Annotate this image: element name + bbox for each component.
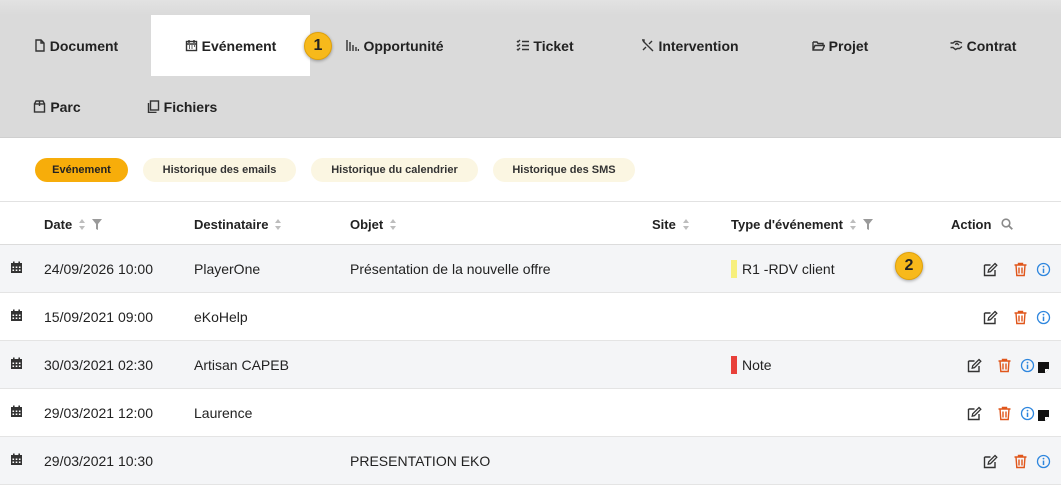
sort-icon[interactable] <box>682 218 690 230</box>
cell-date: 29/03/2021 12:00 <box>44 404 153 421</box>
table-row[interactable]: 29/03/2021 12:00 Laurence <box>0 389 1061 437</box>
handshake-icon <box>950 40 963 51</box>
calendar-icon <box>185 40 197 52</box>
cell-recipient: eKoHelp <box>194 308 248 325</box>
column-site[interactable]: Site <box>652 203 690 245</box>
tab-label: Document <box>49 37 119 54</box>
info-icon[interactable] <box>1036 262 1051 277</box>
info-icon[interactable] <box>1020 358 1035 373</box>
subtab-sms-history[interactable]: Historique des SMS <box>493 158 635 182</box>
tab-intervention[interactable]: Intervention <box>625 15 755 76</box>
column-recipient[interactable]: Destinataire <box>194 203 282 245</box>
event-type-color-bar <box>731 259 737 278</box>
event-type-label: Note <box>742 356 772 373</box>
search-icon[interactable] <box>1001 218 1014 230</box>
table-row[interactable]: 15/09/2021 09:00 eKoHelp <box>0 293 1061 341</box>
cell-date: 24/09/2026 10:00 <box>44 260 153 277</box>
tab-ticket[interactable]: Ticket <box>480 15 610 76</box>
tab-label: Projet <box>828 37 869 54</box>
sort-icon[interactable] <box>79 218 86 230</box>
subtab-evenement[interactable]: Evénement <box>35 158 128 182</box>
edit-icon[interactable] <box>967 406 982 421</box>
column-event-type[interactable]: Type d'événement <box>731 203 873 245</box>
subtab-calendar-history[interactable]: Historique du calendrier <box>311 158 478 182</box>
cell-date: 15/09/2021 09:00 <box>44 308 153 325</box>
column-object[interactable]: Objet <box>350 203 397 245</box>
cell-recipient: Laurence <box>194 404 253 421</box>
delete-icon[interactable] <box>997 358 1012 373</box>
calendar-icon <box>11 453 22 465</box>
bar-chart-icon <box>346 40 360 51</box>
table-row[interactable]: 29/03/2021 10:30 PRESENTATION EKO <box>0 437 1061 485</box>
calendar-icon <box>11 309 22 321</box>
column-date[interactable]: Date <box>44 203 103 245</box>
tab-projet[interactable]: Projet <box>775 15 905 76</box>
delete-icon[interactable] <box>1013 310 1028 325</box>
info-icon[interactable] <box>1020 406 1035 421</box>
edit-icon[interactable] <box>983 454 998 469</box>
delete-icon[interactable] <box>1013 454 1028 469</box>
sort-icon[interactable] <box>275 218 282 230</box>
tab-label: Ticket <box>533 37 574 54</box>
folder-open-icon <box>811 41 825 51</box>
module-tabbar: Document Evénement Opportunité Ticket In… <box>0 15 1061 138</box>
tab-label: Contrat <box>966 37 1017 54</box>
filter-icon[interactable] <box>862 218 873 230</box>
table-header: Date Destinataire Objet Site Type d'évén… <box>0 203 1061 245</box>
box-icon <box>34 100 46 113</box>
edit-icon[interactable] <box>983 262 998 277</box>
cell-object: PRESENTATION EKO <box>350 452 491 469</box>
table-row[interactable]: 30/03/2021 02:30 Artisan CAPEB Note <box>0 341 1061 389</box>
tools-icon <box>642 39 654 52</box>
cell-recipient: Artisan CAPEB <box>194 356 289 373</box>
calendar-icon <box>11 261 22 273</box>
tab-document[interactable]: Document <box>0 15 151 76</box>
filter-icon[interactable] <box>92 218 103 230</box>
delete-icon[interactable] <box>997 406 1012 421</box>
edit-icon[interactable] <box>983 310 998 325</box>
calendar-icon <box>11 405 22 417</box>
info-icon[interactable] <box>1036 310 1051 325</box>
sort-icon[interactable] <box>849 218 857 230</box>
subtab-bar: Evénement Historique des emails Historiq… <box>0 139 1061 202</box>
tab-label: Parc <box>50 98 81 115</box>
event-type-color-bar <box>731 355 737 374</box>
tab-label: Fichiers <box>163 98 218 115</box>
sticky-note-icon[interactable] <box>1038 360 1049 373</box>
document-icon <box>35 39 45 52</box>
cell-date: 29/03/2021 10:30 <box>44 452 153 469</box>
checklist-icon <box>516 39 530 51</box>
cell-event-type: R1 -RDV client <box>731 245 835 292</box>
files-icon <box>147 100 159 113</box>
cell-recipient: PlayerOne <box>194 260 261 277</box>
column-action: Action <box>951 203 1014 245</box>
subtab-email-history[interactable]: Historique des emails <box>143 158 296 182</box>
event-type-label: R1 -RDV client <box>742 260 835 277</box>
tab-label: Intervention <box>658 37 739 54</box>
edit-icon[interactable] <box>967 358 982 373</box>
sticky-note-icon[interactable] <box>1038 408 1049 421</box>
tab-fichiers[interactable]: Fichiers <box>130 76 234 137</box>
tab-contrat[interactable]: Contrat <box>908 15 1058 76</box>
info-icon[interactable] <box>1036 454 1051 469</box>
tab-parc[interactable]: Parc <box>0 76 114 137</box>
cell-date: 30/03/2021 02:30 <box>44 356 153 373</box>
tab-evenement[interactable]: Evénement <box>151 15 310 76</box>
step-marker-1: 1 <box>304 32 332 60</box>
cell-event-type: Note <box>731 341 772 388</box>
delete-icon[interactable] <box>1013 262 1028 277</box>
tab-label: Evénement <box>201 37 277 54</box>
tab-opportunite[interactable]: Opportunité <box>330 15 460 76</box>
sort-icon[interactable] <box>390 218 397 230</box>
calendar-icon <box>11 357 22 369</box>
top-strip <box>0 0 1061 15</box>
step-marker-2: 2 <box>895 252 923 280</box>
tab-label: Opportunité <box>363 37 444 54</box>
cell-object: Présentation de la nouvelle offre <box>350 260 551 277</box>
